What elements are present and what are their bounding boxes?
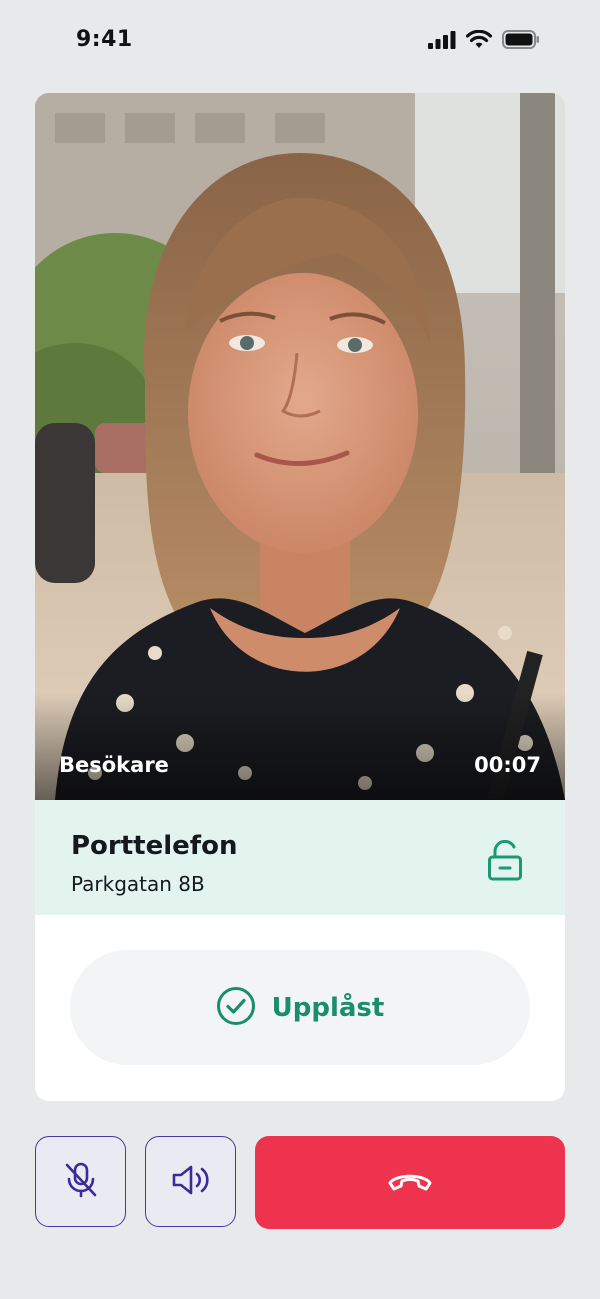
- unlock-icon: [487, 839, 525, 882]
- door-status-label: Upplåst: [271, 992, 385, 1023]
- door-address: Parkgatan 8B: [71, 872, 205, 896]
- visitor-label: Besökare: [59, 753, 169, 777]
- speaker-icon: [168, 1158, 214, 1206]
- speaker-button[interactable]: [145, 1136, 236, 1227]
- end-call-button[interactable]: [255, 1136, 565, 1229]
- call-card: Besökare 00:07 Porttelefon Parkgatan 8B …: [35, 93, 565, 1101]
- door-status-pill: Upplåst: [70, 950, 530, 1065]
- status-time: 9:41: [76, 27, 133, 52]
- wifi-icon: [465, 29, 493, 53]
- signal-icon: [428, 30, 456, 53]
- call-timer: 00:07: [474, 753, 541, 777]
- phone-hangup-icon: [386, 1168, 434, 1198]
- door-title: Porttelefon: [71, 831, 238, 861]
- door-info-panel: Porttelefon Parkgatan 8B: [35, 800, 565, 915]
- mic-off-icon: [59, 1158, 103, 1206]
- check-circle-icon: [216, 986, 256, 1030]
- mute-button[interactable]: [35, 1136, 126, 1227]
- status-icons: [428, 29, 540, 53]
- status-bar: 9:41: [0, 0, 600, 84]
- battery-icon: [502, 30, 540, 53]
- visitor-video-feed: Besökare 00:07: [35, 93, 565, 800]
